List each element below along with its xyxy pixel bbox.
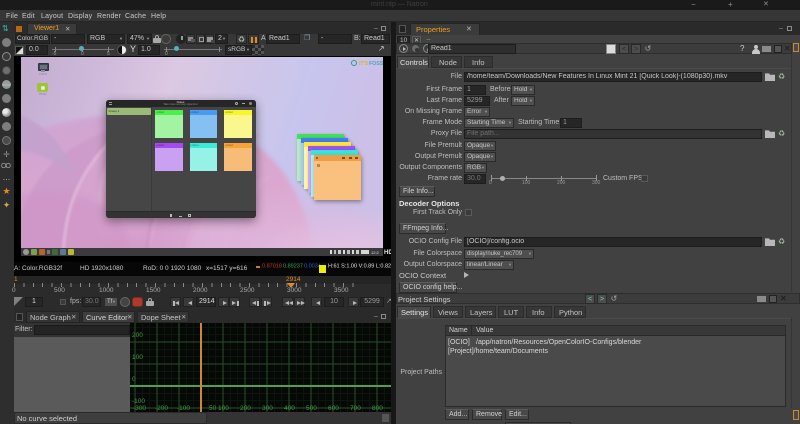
svg-text:200: 200 xyxy=(132,332,143,339)
svg-text:-200: -200 xyxy=(155,405,168,412)
svg-text:800: 800 xyxy=(372,405,383,412)
svg-text:-100: -100 xyxy=(177,405,190,412)
svg-text:200: 200 xyxy=(240,405,251,412)
svg-text:50: 50 xyxy=(209,405,217,412)
svg-text:400: 400 xyxy=(284,405,295,412)
svg-text:-300: -300 xyxy=(133,405,146,412)
svg-text:-100: -100 xyxy=(132,398,145,405)
svg-text:100: 100 xyxy=(132,354,143,361)
svg-text:300: 300 xyxy=(262,405,273,412)
svg-text:700: 700 xyxy=(350,405,361,412)
svg-text:600: 600 xyxy=(328,405,339,412)
svg-text:100: 100 xyxy=(218,405,229,412)
svg-text:0: 0 xyxy=(132,376,136,383)
svg-text:500: 500 xyxy=(306,405,317,412)
